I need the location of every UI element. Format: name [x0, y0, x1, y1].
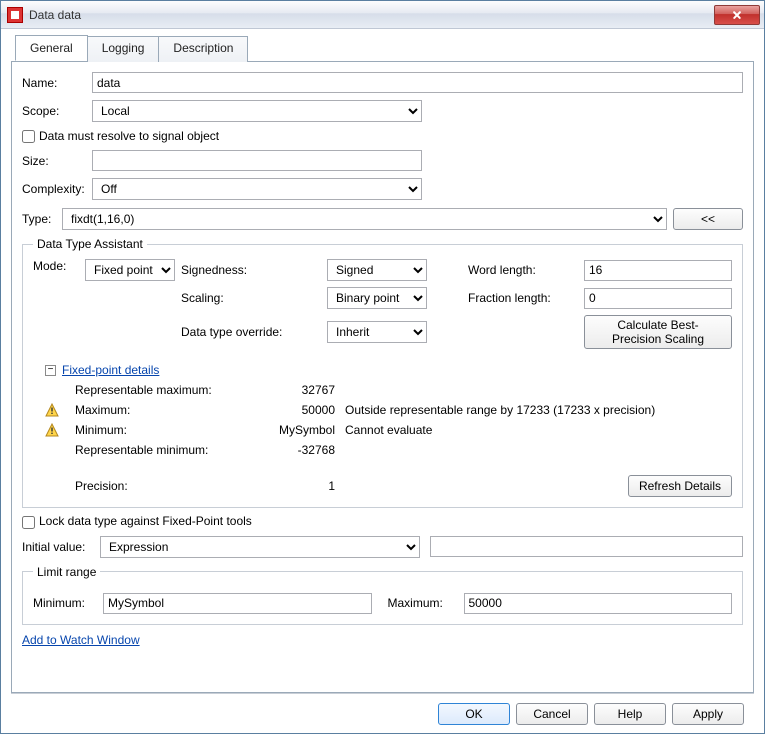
scope-label: Scope:	[22, 104, 92, 118]
dta-legend: Data Type Assistant	[33, 237, 147, 251]
help-button[interactable]: Help	[594, 703, 666, 725]
ok-button[interactable]: OK	[438, 703, 510, 725]
warning-icon	[45, 403, 59, 417]
signedness-select[interactable]: Signed	[327, 259, 427, 281]
dialog-body: General Logging Description Name: Scope:…	[1, 29, 764, 733]
resolve-checkbox-label[interactable]: Data must resolve to signal object	[22, 129, 219, 143]
lmax-label: Maximum:	[388, 596, 458, 610]
name-input[interactable]	[92, 72, 743, 93]
type-select[interactable]: fixdt(1,16,0)	[62, 208, 667, 230]
repmin-label: Representable minimum:	[75, 443, 255, 457]
dto-label: Data type override:	[181, 325, 321, 339]
max-msg: Outside representable range by 17233 (17…	[345, 403, 732, 417]
lock-checkbox-label[interactable]: Lock data type against Fixed-Point tools	[22, 514, 252, 528]
complexity-label: Complexity:	[22, 182, 92, 196]
lock-checkbox[interactable]	[22, 516, 35, 529]
min-msg: Cannot evaluate	[345, 423, 732, 437]
limit-fieldset: Limit range Minimum: Maximum:	[22, 565, 743, 625]
precision-value: 1	[255, 479, 345, 493]
tab-general[interactable]: General	[15, 35, 88, 61]
mode-select[interactable]: Fixed point	[85, 259, 175, 281]
min-value: MySymbol	[255, 423, 345, 437]
window-title: Data data	[29, 8, 714, 22]
scope-select[interactable]: Local	[92, 100, 422, 122]
cancel-button[interactable]: Cancel	[516, 703, 588, 725]
app-icon	[7, 7, 23, 23]
ival-select[interactable]: Expression	[100, 536, 420, 558]
fpd-link[interactable]: Fixed-point details	[62, 363, 159, 377]
dto-select[interactable]: Inherit	[327, 321, 427, 343]
tab-strip: General Logging Description	[15, 35, 754, 61]
resolve-checkbox[interactable]	[22, 130, 35, 143]
calc-button[interactable]: Calculate Best-Precision Scaling	[584, 315, 732, 349]
tab-panel: Name: Scope: Local Data must resolve to …	[11, 61, 754, 693]
dialog-window: Data data General Logging Description Na…	[0, 0, 765, 734]
dta-fieldset: Data Type Assistant Mode: Fixed point Si…	[22, 237, 743, 508]
size-input[interactable]	[92, 150, 422, 171]
refresh-button[interactable]: Refresh Details	[628, 475, 732, 497]
tab-description[interactable]: Description	[158, 36, 248, 62]
resolve-text: Data must resolve to signal object	[39, 129, 219, 143]
max-value: 50000	[255, 403, 345, 417]
name-label: Name:	[22, 76, 92, 90]
warning-icon	[45, 423, 59, 437]
scaling-select[interactable]: Binary point	[327, 287, 427, 309]
max-label: Maximum:	[75, 403, 255, 417]
scaling-label: Scaling:	[181, 291, 321, 305]
word-length-input[interactable]	[584, 260, 732, 281]
collapse-button[interactable]: <<	[673, 208, 743, 230]
repmax-value: 32767	[255, 383, 345, 397]
lmax-input[interactable]	[464, 593, 733, 614]
lock-text: Lock data type against Fixed-Point tools	[39, 514, 252, 528]
ival-label: Initial value:	[22, 540, 100, 554]
expander-icon[interactable]: −	[45, 365, 56, 376]
lmin-input[interactable]	[103, 593, 372, 614]
flen-label: Fraction length:	[468, 291, 578, 305]
precision-label: Precision:	[75, 479, 255, 493]
repmax-label: Representable maximum:	[75, 383, 255, 397]
wlen-label: Word length:	[468, 263, 578, 277]
close-icon[interactable]	[714, 5, 760, 25]
type-label: Type:	[22, 212, 62, 226]
min-label: Minimum:	[75, 423, 255, 437]
repmin-value: -32768	[255, 443, 345, 457]
apply-button[interactable]: Apply	[672, 703, 744, 725]
lmin-label: Minimum:	[33, 596, 97, 610]
ival-input[interactable]	[430, 536, 743, 557]
complexity-select[interactable]: Off	[92, 178, 422, 200]
fraction-length-input[interactable]	[584, 288, 732, 309]
titlebar: Data data	[1, 1, 764, 29]
mode-label: Mode:	[33, 259, 79, 273]
size-label: Size:	[22, 154, 92, 168]
limit-legend: Limit range	[33, 565, 100, 579]
button-bar: OK Cancel Help Apply	[11, 693, 754, 733]
tab-logging[interactable]: Logging	[87, 36, 160, 62]
signed-label: Signedness:	[181, 263, 321, 277]
watch-link[interactable]: Add to Watch Window	[22, 633, 140, 647]
